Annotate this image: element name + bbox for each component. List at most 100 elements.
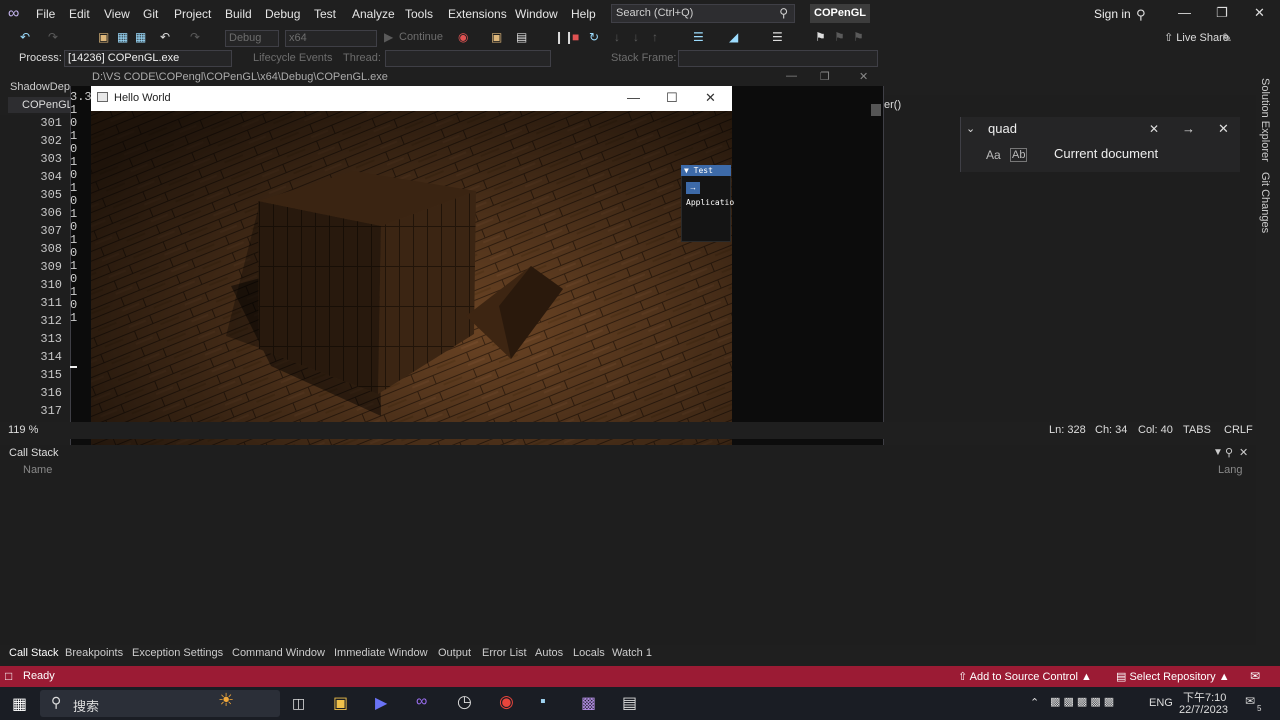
panel-close-icon[interactable]: ✕ <box>1239 446 1248 459</box>
next-bookmark-icon[interactable]: ⚑ <box>853 30 864 44</box>
add-source-control-button[interactable]: ⇧ Add to Source Control ▲ <box>958 670 1092 683</box>
hot-reload-icon[interactable]: ◉ <box>458 30 468 44</box>
window-tab[interactable]: ShadowDep <box>0 79 70 95</box>
menu-tools[interactable]: Tools <box>405 0 433 28</box>
thread-combo[interactable] <box>385 50 551 67</box>
tabs-indicator[interactable]: TABS <box>1183 424 1211 436</box>
file-explorer-icon[interactable]: ▣ <box>333 693 348 713</box>
menu-file[interactable]: File <box>36 0 55 28</box>
solution-explorer-tab[interactable]: Solution Explorer <box>1259 78 1271 162</box>
account-icon[interactable]: ⚲ <box>1136 7 1146 23</box>
menu-project[interactable]: Project <box>174 0 211 28</box>
minimize-icon[interactable]: — <box>1178 5 1191 20</box>
browse-icon[interactable]: ▣ <box>491 30 502 44</box>
menu-analyze[interactable]: Analyze <box>352 0 395 28</box>
undo-icon[interactable]: ↶ <box>160 30 170 44</box>
action-center-icon[interactable]: ✉ <box>1245 694 1255 708</box>
tab-command-window[interactable]: Command Window <box>232 647 325 659</box>
forward-icon[interactable]: ↷ <box>48 30 58 44</box>
windows-start-icon[interactable]: ▦ <box>12 694 27 714</box>
step-into-icon[interactable]: ↓ <box>614 30 620 44</box>
menu-git[interactable]: Git <box>143 0 158 28</box>
search-input[interactable]: Search (Ctrl+Q) ⚲ <box>611 4 795 23</box>
bookmark-icon[interactable]: ⚑ <box>815 30 826 44</box>
line-ending-indicator[interactable]: CRLF <box>1224 424 1253 436</box>
gl-maximize-icon[interactable]: ☐ <box>666 90 678 106</box>
gl-minimize-icon[interactable]: — <box>627 90 640 105</box>
close-find-icon[interactable]: ✕ <box>1218 121 1229 137</box>
console-maximize-icon[interactable]: ❐ <box>820 70 830 83</box>
tab-watch-1[interactable]: Watch 1 <box>612 647 652 659</box>
opengl-window[interactable] <box>91 86 732 471</box>
notes-app-icon[interactable]: ▪ <box>540 693 546 711</box>
redo-icon[interactable]: ↷ <box>190 30 200 44</box>
step-out-icon[interactable]: ↑ <box>652 30 658 44</box>
find-next-icon[interactable]: → <box>1182 121 1195 136</box>
continue-button[interactable]: Continue <box>399 31 443 43</box>
app-icon-blue[interactable]: ▶ <box>375 693 387 713</box>
stack-frame-combo[interactable] <box>678 50 878 67</box>
tab-breakpoints[interactable]: Breakpoints <box>65 647 123 659</box>
lang-column-header[interactable]: Lang <box>1218 464 1242 476</box>
menu-test[interactable]: Test <box>314 0 336 28</box>
feedback-icon[interactable]: ✎ <box>1222 31 1232 45</box>
tab-autos[interactable]: Autos <box>535 647 563 659</box>
platform-combo[interactable]: x64 <box>285 30 377 47</box>
name-column-header[interactable]: Name <box>23 464 52 476</box>
menu-build[interactable]: Build <box>225 0 252 28</box>
find-scope-select[interactable]: Current document <box>1054 146 1158 161</box>
terminal-icon[interactable]: ▩ <box>581 693 596 713</box>
save-icon[interactable]: ▦ <box>117 30 128 44</box>
step-over-icon[interactable]: ↓ <box>633 30 639 44</box>
imgui-arrow-button[interactable]: → <box>686 182 700 194</box>
clear-search-icon[interactable]: ✕ <box>1149 122 1159 136</box>
prev-bookmark-icon[interactable]: ⚑ <box>834 30 845 44</box>
stop-icon[interactable]: ■ <box>572 30 579 44</box>
layout-icon[interactable]: ▤ <box>516 30 527 44</box>
diagnostics-icon[interactable]: ☰ <box>693 30 704 44</box>
back-icon[interactable]: ↶ <box>20 30 30 44</box>
open-folder-icon[interactable]: ▣ <box>98 30 109 44</box>
taskbar-time[interactable]: 下午7:10 <box>1183 689 1226 705</box>
tab-exception-settings[interactable]: Exception Settings <box>132 647 223 659</box>
console-minimize-icon[interactable]: — <box>786 70 797 82</box>
select-repository-button[interactable]: ▤ Select Repository ▲ <box>1116 670 1230 683</box>
comment-icon[interactable]: ☰ <box>772 30 783 44</box>
sign-in-link[interactable]: Sign in <box>1094 7 1131 21</box>
chevron-down-icon[interactable]: ⌄ <box>966 122 975 135</box>
document-tab[interactable]: COPenGL <box>8 97 73 113</box>
menu-help[interactable]: Help <box>571 0 596 28</box>
taskbar-date[interactable]: 22/7/2023 <box>1179 704 1228 716</box>
live-share-button[interactable]: ⇧ Live Share <box>1164 31 1229 44</box>
git-changes-tab[interactable]: Git Changes <box>1259 172 1271 233</box>
task-view-icon[interactable]: ◫ <box>292 695 305 712</box>
imgui-title[interactable]: ▼ Test <box>681 165 731 176</box>
close-icon[interactable]: ✕ <box>1254 5 1265 21</box>
save-all-icon[interactable]: ▦ <box>135 30 146 44</box>
panel-dropdown-icon[interactable]: ▼ <box>1213 447 1223 458</box>
match-case-toggle[interactable]: Aa <box>986 148 1001 162</box>
whole-word-toggle[interactable]: Ab <box>1010 148 1028 162</box>
opengl-app-taskbar-icon[interactable]: ▤ <box>622 693 637 713</box>
restart-icon[interactable]: ↻ <box>589 30 599 44</box>
tab-locals[interactable]: Locals <box>573 647 605 659</box>
tab-immediate-window[interactable]: Immediate Window <box>334 647 428 659</box>
output-icon[interactable]: □ <box>5 669 12 683</box>
clock-app-icon[interactable]: ◷ <box>457 692 472 712</box>
zoom-level[interactable]: 119 % <box>8 424 38 436</box>
process-combo[interactable]: [14236] COPenGL.exe <box>64 50 232 67</box>
visual-studio-taskbar-icon[interactable]: ∞ <box>416 693 427 711</box>
menu-debug[interactable]: Debug <box>265 0 300 28</box>
menu-extensions[interactable]: Extensions <box>448 0 507 28</box>
console-close-icon[interactable]: ✕ <box>859 70 868 83</box>
lifecycle-events-button[interactable]: Lifecycle Events <box>253 52 332 64</box>
find-input[interactable]: quad <box>988 121 1164 138</box>
config-combo[interactable]: Debug <box>225 30 279 47</box>
continue-play-icon[interactable]: ▶ <box>384 30 393 44</box>
menu-window[interactable]: Window <box>515 0 558 28</box>
console-scrollbar-thumb[interactable] <box>871 104 881 116</box>
tray-icons[interactable]: ▩ ▩ ▩ ▩ ▩ <box>1050 695 1114 708</box>
maximize-icon[interactable]: ❐ <box>1216 5 1228 21</box>
notifications-icon[interactable]: ✉ <box>1250 669 1260 683</box>
bookmark-tool-icon[interactable]: ◢ <box>729 30 738 44</box>
